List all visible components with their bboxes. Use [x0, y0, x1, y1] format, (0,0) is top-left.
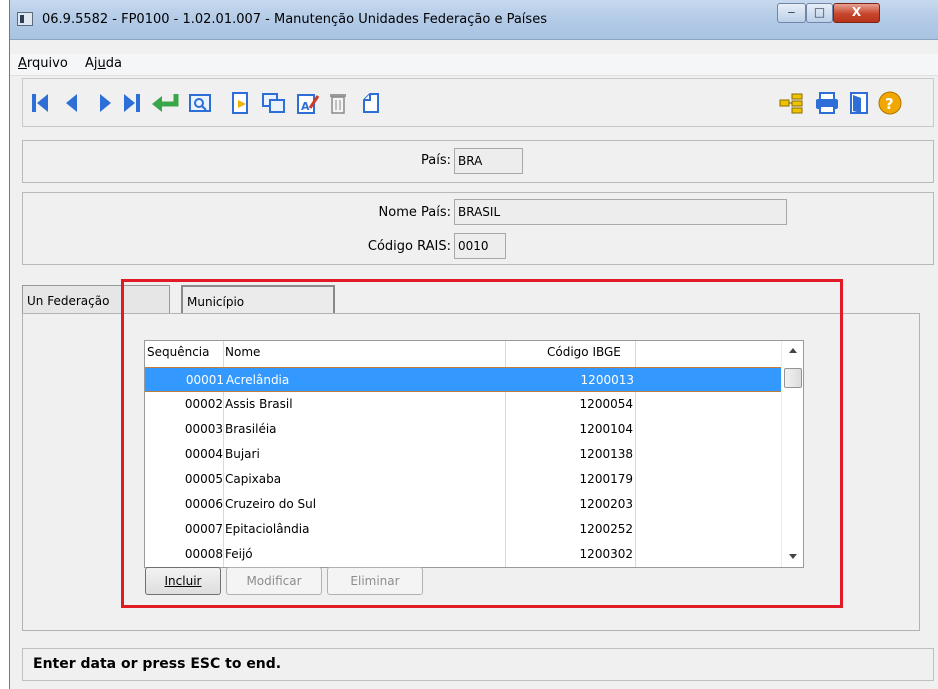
status-bar: Enter data or press ESC to end.: [22, 648, 934, 681]
svg-text:A: A: [301, 100, 310, 113]
app-icon: [17, 12, 33, 26]
maximize-button[interactable]: □: [806, 3, 833, 23]
delete-icon[interactable]: [327, 91, 349, 115]
pais-field[interactable]: BRA: [454, 148, 523, 174]
goto-icon[interactable]: [149, 91, 181, 115]
help-icon[interactable]: ?: [877, 91, 903, 115]
last-record-icon[interactable]: [121, 91, 143, 115]
pais-panel: País: BRA: [22, 140, 934, 183]
minimize-button[interactable]: ‒: [777, 3, 806, 23]
search-icon[interactable]: [187, 91, 213, 115]
menu-bar: Arquivo Ajuda: [10, 54, 938, 76]
details-panel: Nome País: BRASIL Código RAIS: 0010: [22, 192, 934, 265]
close-button[interactable]: X: [833, 3, 880, 23]
main-window: 06.9.5582 - FP0100 - 1.02.01.007 - Manut…: [9, 0, 938, 689]
first-record-icon[interactable]: [29, 91, 51, 115]
menu-ajuda[interactable]: Ajuda: [85, 56, 122, 71]
previous-record-icon[interactable]: [61, 91, 81, 115]
edit-icon[interactable]: A: [295, 91, 321, 115]
svg-text:?: ?: [885, 95, 894, 113]
copy-icon[interactable]: [261, 91, 287, 115]
highlight-box: [121, 279, 843, 608]
menu-arquivo[interactable]: Arquivo: [18, 56, 68, 71]
exit-icon[interactable]: [847, 91, 871, 115]
title-bar: 06.9.5582 - FP0100 - 1.02.01.007 - Manut…: [10, 0, 938, 40]
codigo-rais-field[interactable]: 0010: [454, 233, 506, 259]
window-title: 06.9.5582 - FP0100 - 1.02.01.007 - Manut…: [42, 12, 547, 27]
new-blank-icon[interactable]: [359, 91, 383, 115]
next-record-icon[interactable]: [95, 91, 115, 115]
nome-pais-field[interactable]: BRASIL: [454, 199, 787, 225]
new-icon[interactable]: [229, 91, 253, 115]
codigo-rais-label: Código RAIS:: [367, 239, 451, 254]
status-text: Enter data or press ESC to end.: [33, 656, 282, 672]
pais-label: País:: [421, 153, 451, 168]
toolbar: A ?: [22, 78, 934, 127]
tree-icon[interactable]: [777, 91, 805, 115]
print-icon[interactable]: [813, 91, 841, 115]
nome-pais-label: Nome País:: [378, 205, 451, 220]
